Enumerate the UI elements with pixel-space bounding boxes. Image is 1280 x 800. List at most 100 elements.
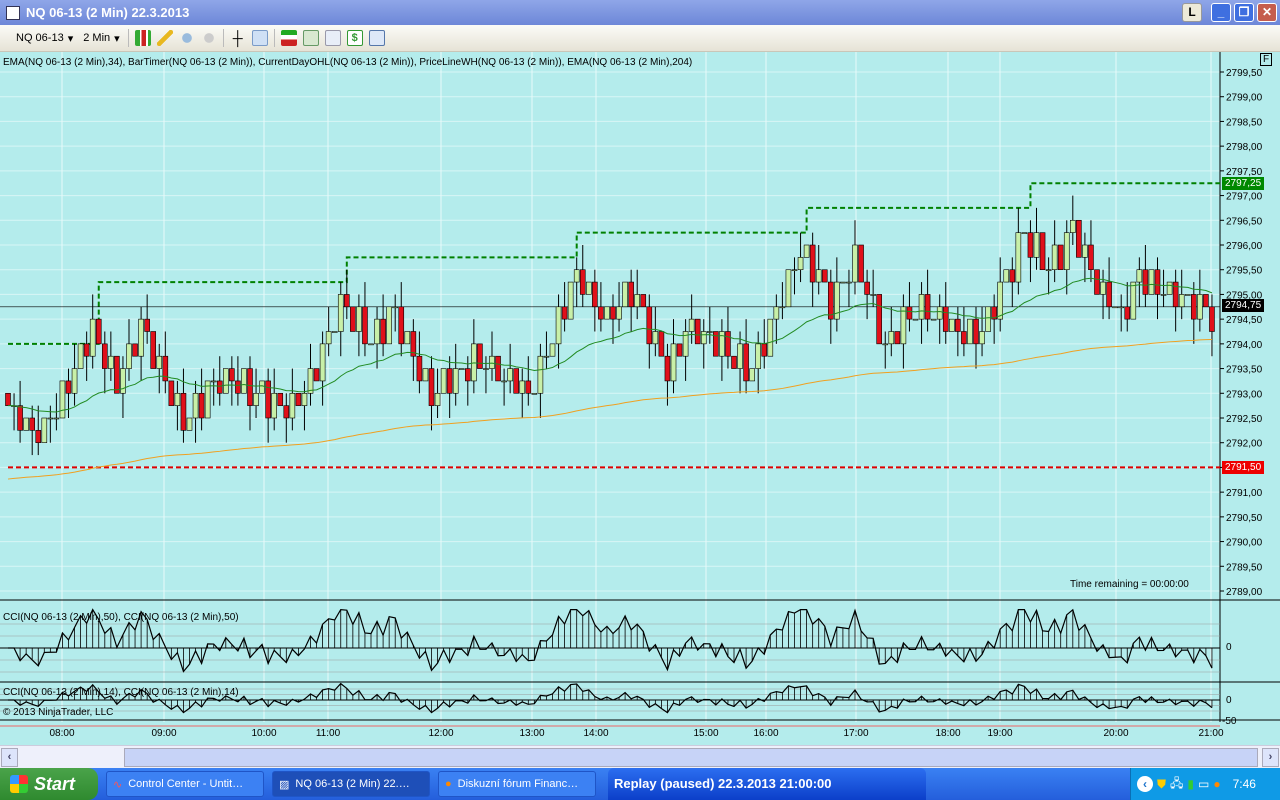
app-tray-icon[interactable]: ● bbox=[1213, 777, 1220, 791]
time-tick-label: 11:00 bbox=[316, 728, 341, 739]
price-tick-label: 2793,50 bbox=[1226, 365, 1263, 376]
candle-body bbox=[283, 405, 290, 419]
pencil-draw-icon[interactable] bbox=[156, 30, 173, 46]
candle-body bbox=[307, 368, 314, 394]
time-remaining: Time remaining = 00:00:00 bbox=[1070, 579, 1189, 590]
price-tick-label: 2792,00 bbox=[1226, 439, 1263, 450]
candle-body bbox=[156, 355, 163, 369]
crosshair-icon[interactable]: ┼ bbox=[230, 30, 246, 46]
candle-body bbox=[1166, 281, 1173, 295]
display-icon[interactable]: ▭ bbox=[1198, 777, 1209, 791]
candle-body bbox=[864, 281, 870, 295]
scrollbar-thumb[interactable] bbox=[124, 748, 1258, 767]
taskbar-item-control-center[interactable]: ∿ Control Center - Untit… bbox=[106, 771, 264, 797]
tray-expand-icon[interactable]: ‹ bbox=[1137, 776, 1153, 792]
price-tick-label: 2797,00 bbox=[1226, 192, 1263, 203]
candle-body bbox=[95, 318, 102, 345]
candle-body bbox=[319, 343, 326, 382]
instrument-select[interactable]: NQ 06-13 ▾ bbox=[14, 28, 75, 48]
price-tick-label: 2798,00 bbox=[1226, 142, 1263, 153]
candle-body bbox=[89, 318, 96, 357]
chart-style-icon[interactable] bbox=[134, 30, 151, 46]
candle-body bbox=[531, 392, 538, 395]
candle-body bbox=[598, 306, 604, 320]
scroll-right-arrow[interactable]: › bbox=[1262, 748, 1279, 767]
indicators-icon[interactable] bbox=[302, 30, 319, 46]
candle-body bbox=[948, 318, 955, 332]
maximize-button[interactable]: ❐ bbox=[1234, 3, 1254, 22]
day-high-marker: 2797,25 bbox=[1222, 177, 1265, 190]
candle-body bbox=[1027, 232, 1034, 258]
time-tick-label: 10:00 bbox=[251, 728, 276, 739]
horizontal-scrollbar[interactable]: ‹ › bbox=[0, 745, 1280, 768]
candle-body bbox=[313, 368, 320, 382]
candle-body bbox=[102, 343, 108, 369]
candle-body bbox=[138, 318, 144, 357]
candle-body bbox=[440, 368, 447, 394]
candle-body bbox=[464, 368, 471, 382]
candle-body bbox=[168, 380, 175, 406]
price-tick-label: 2796,50 bbox=[1226, 216, 1263, 227]
time-tick-label: 19:00 bbox=[987, 728, 1012, 739]
dollar-icon[interactable]: $ bbox=[346, 30, 363, 46]
candle-body bbox=[452, 368, 459, 394]
candle-body bbox=[380, 318, 386, 345]
scroll-left-arrow[interactable]: ‹ bbox=[1, 748, 18, 767]
candle-body bbox=[815, 269, 822, 283]
candle-body bbox=[29, 417, 36, 431]
candle-body bbox=[289, 392, 296, 419]
taskbar-item-chart[interactable]: ▨ NQ 06-13 (2 Min) 22.… bbox=[272, 771, 430, 797]
candle-body bbox=[924, 294, 931, 320]
candle-body bbox=[59, 380, 66, 419]
system-tray: ‹ ⛊ 🖧 ▮ ▭ ● 7:46 bbox=[1130, 768, 1280, 800]
chart-trader-icon[interactable] bbox=[324, 30, 341, 46]
candle-body bbox=[985, 306, 991, 332]
candle-body bbox=[785, 269, 792, 308]
candle-body bbox=[513, 368, 520, 394]
signal-icon[interactable]: ▮ bbox=[1187, 777, 1194, 791]
candle-body bbox=[894, 331, 901, 345]
candle-body bbox=[1082, 244, 1088, 258]
taskbar-item-firefox[interactable]: ● Diskuzní fórum Financ… bbox=[438, 771, 596, 797]
candle-body bbox=[676, 343, 683, 357]
f-button[interactable]: F bbox=[1260, 53, 1273, 66]
link-button[interactable]: L bbox=[1182, 3, 1202, 22]
price-chart[interactable]: 2799,502799,002798,502798,002797,502797,… bbox=[0, 52, 1280, 742]
candle-body bbox=[658, 331, 665, 357]
day-low-marker: 2791,50 bbox=[1222, 461, 1265, 474]
candle-body bbox=[773, 306, 780, 320]
chart-icon: ▨ bbox=[279, 778, 290, 791]
candle-body bbox=[1100, 281, 1106, 295]
candle-body bbox=[210, 380, 217, 383]
strategy-icon[interactable] bbox=[280, 30, 297, 46]
candle-body bbox=[561, 306, 568, 320]
start-button[interactable]: Start bbox=[0, 768, 98, 800]
candle-body bbox=[120, 368, 126, 394]
security-shield-icon[interactable]: ⛊ bbox=[1157, 777, 1166, 792]
zoom-out-icon[interactable] bbox=[200, 30, 217, 46]
cci50-zero-label: 0 bbox=[1226, 642, 1232, 653]
candle-body bbox=[343, 294, 350, 308]
candle-body bbox=[640, 294, 647, 308]
cci14-minus-label: -50 bbox=[1222, 716, 1237, 727]
time-tick-label: 18:00 bbox=[935, 728, 960, 739]
candle-body bbox=[767, 318, 774, 357]
candle-body bbox=[809, 244, 816, 283]
magnifier-icon[interactable] bbox=[251, 30, 268, 46]
candle-body bbox=[610, 306, 616, 320]
interval-select[interactable]: 2 Min ▾ bbox=[81, 28, 121, 48]
candle-body bbox=[337, 294, 344, 332]
candle-body bbox=[803, 244, 810, 258]
zoom-in-icon[interactable] bbox=[178, 30, 195, 46]
candle-body bbox=[362, 306, 368, 345]
candle-body bbox=[477, 343, 483, 369]
minimize-button[interactable]: _ bbox=[1211, 3, 1231, 22]
candle-body bbox=[664, 355, 671, 382]
network-icon[interactable]: 🖧 bbox=[1170, 774, 1183, 795]
candle-body bbox=[852, 244, 858, 283]
candle-body bbox=[912, 318, 919, 321]
candle-body bbox=[942, 306, 949, 332]
properties-icon[interactable] bbox=[368, 30, 385, 46]
task-label: Control Center - Untit… bbox=[128, 778, 244, 790]
close-button[interactable]: ✕ bbox=[1257, 3, 1277, 22]
